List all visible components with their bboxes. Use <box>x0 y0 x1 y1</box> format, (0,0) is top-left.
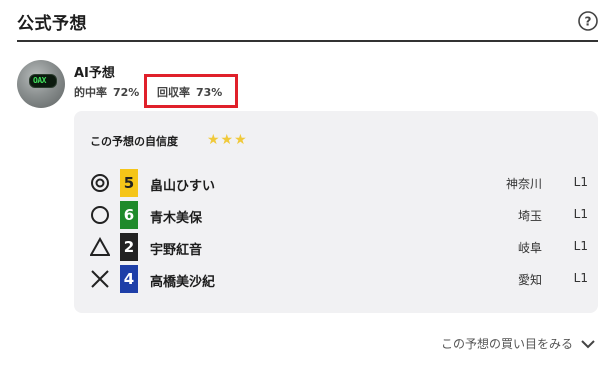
racer-class: L1 <box>573 239 588 253</box>
view-bets-label: この予想の買い目をみる <box>440 337 573 351</box>
ai-stats: 的中率 72% 回収率 73% <box>74 74 238 108</box>
racer-class: L1 <box>573 271 588 285</box>
section-title: 公式予想 <box>17 14 87 34</box>
svg-text:?: ? <box>585 15 592 29</box>
chevron-down-icon <box>581 339 595 348</box>
racer-prefecture: 岐阜 <box>517 241 542 255</box>
racer-class: L1 <box>573 175 588 189</box>
help-icon[interactable]: ? <box>578 11 598 31</box>
entry-number: 4 <box>120 265 138 293</box>
racer-name: 高橋美沙紀 <box>150 275 216 290</box>
prediction-row: 2 宇野紅音 岐阜 L1 <box>88 233 588 261</box>
prediction-row: 5 畠山ひすい 神奈川 L1 <box>88 169 588 197</box>
section-header: 公式予想 ? <box>17 0 598 42</box>
cross-mark-icon <box>91 270 109 288</box>
racer-name: 宇野紅音 <box>150 243 203 258</box>
ai-logo-text: OAX <box>33 76 46 85</box>
racer-class: L1 <box>573 207 588 221</box>
entry-number: 2 <box>120 233 138 261</box>
double-circle-mark-icon <box>91 174 109 192</box>
ai-logo: OAX <box>29 74 57 88</box>
entry-number: 6 <box>120 201 138 229</box>
racer-prefecture: 神奈川 <box>505 177 542 191</box>
confidence-stars: ★★★ <box>207 132 248 148</box>
racer-prefecture: 愛知 <box>517 273 542 287</box>
entry-number: 5 <box>120 169 138 197</box>
ai-name: AI予想 <box>74 66 115 81</box>
racer-name: 青木美保 <box>150 211 203 226</box>
return-rate-value: 73% <box>196 86 223 99</box>
hit-rate-value: 72% <box>113 86 140 99</box>
racer-prefecture: 埼玉 <box>517 209 542 223</box>
triangle-mark-icon <box>90 237 110 256</box>
racer-name: 畠山ひすい <box>150 179 216 194</box>
return-rate-highlight: 回収率 73% <box>144 74 238 108</box>
return-rate-label: 回収率 <box>157 86 190 99</box>
confidence-label: この予想の自信度 <box>90 135 178 148</box>
hit-rate: 的中率 72% <box>74 84 139 100</box>
prediction-card: この予想の自信度 ★★★ 5 畠山ひすい 神奈川 L1 6 青木美保 埼玉 L1… <box>74 111 598 313</box>
view-bets-link[interactable]: この予想の買い目をみる <box>441 335 595 352</box>
ai-avatar: OAX <box>17 60 65 108</box>
circle-mark-icon <box>91 206 109 224</box>
prediction-row: 6 青木美保 埼玉 L1 <box>88 201 588 229</box>
prediction-row: 4 高橋美沙紀 愛知 L1 <box>88 265 588 293</box>
hit-rate-label: 的中率 <box>74 86 107 99</box>
